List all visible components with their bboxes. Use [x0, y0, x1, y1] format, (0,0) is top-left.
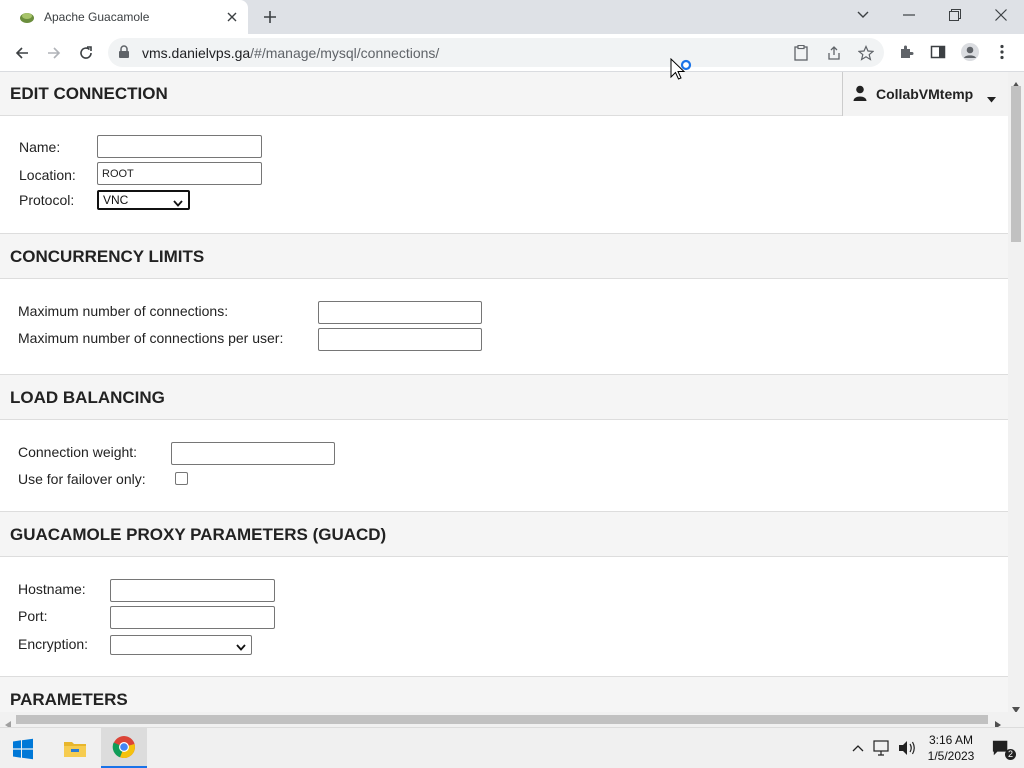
- location-label: Location:: [19, 167, 76, 183]
- encryption-label: Encryption:: [18, 636, 89, 652]
- guacamole-favicon-icon: [19, 9, 35, 25]
- notification-count-badge: 2: [1005, 749, 1017, 760]
- profile-avatar-icon[interactable]: [960, 42, 980, 62]
- name-label: Name:: [19, 139, 61, 155]
- hostname-label: Hostname:: [18, 581, 86, 597]
- scrollbar-corner: [1008, 712, 1024, 727]
- minimize-icon[interactable]: [886, 0, 932, 30]
- max-connections-label: Maximum number of connections:: [18, 303, 229, 319]
- back-icon[interactable]: [10, 41, 34, 65]
- share-icon[interactable]: [824, 43, 844, 63]
- protocol-selected-value: VNC: [103, 193, 129, 207]
- mouse-cursor-busy-icon: [670, 57, 694, 89]
- network-icon[interactable]: [873, 739, 891, 757]
- tray-chevron-up-icon[interactable]: [849, 739, 867, 757]
- extensions-puzzle-icon[interactable]: [896, 42, 916, 62]
- concurrency-title: CONCURRENCY LIMITS: [10, 247, 205, 266]
- page-content: EDIT CONNECTION CollabVMtemp Name: Locat…: [0, 72, 1008, 712]
- windows-taskbar: 3:16 AM 1/5/2023 2: [0, 727, 1024, 768]
- clipboard-icon[interactable]: [791, 43, 811, 63]
- load-balancing-title: LOAD BALANCING: [10, 388, 165, 407]
- parameters-section-header: PARAMETERS: [0, 676, 1008, 712]
- lock-icon[interactable]: [118, 45, 130, 64]
- close-window-icon[interactable]: [978, 0, 1024, 30]
- location-input[interactable]: [97, 162, 262, 185]
- clock-time: 3:16 AM: [928, 733, 974, 747]
- load-balancing-section-header: LOAD BALANCING: [0, 374, 1008, 420]
- windows-start-icon[interactable]: [0, 728, 46, 768]
- file-explorer-icon[interactable]: [52, 728, 98, 768]
- username: CollabVMtemp: [876, 86, 974, 102]
- max-per-user-label: Maximum number of connections per user:: [18, 330, 284, 346]
- taskbar-clock[interactable]: 3:16 AM 1/5/2023: [920, 732, 982, 764]
- new-tab-icon[interactable]: [260, 7, 280, 27]
- failover-label: Use for failover only:: [18, 471, 146, 487]
- horizontal-scroll-thumb[interactable]: [16, 715, 988, 724]
- url-text[interactable]: vms.danielvps.ga/#/manage/mysql/connecti…: [142, 45, 439, 61]
- chrome-taskbar-icon[interactable]: [101, 728, 147, 768]
- chrome-menu-icon[interactable]: [992, 42, 1012, 62]
- clock-date: 1/5/2023: [927, 749, 975, 763]
- side-panel-icon[interactable]: [928, 42, 948, 62]
- protocol-label: Protocol:: [19, 192, 75, 208]
- horizontal-scrollbar[interactable]: [0, 712, 1008, 729]
- page-header: EDIT CONNECTION CollabVMtemp: [0, 72, 1008, 116]
- user-menu[interactable]: CollabVMtemp: [842, 72, 1008, 116]
- max-connections-input[interactable]: [318, 301, 482, 324]
- tab-search-chevron-icon[interactable]: [840, 0, 886, 30]
- port-label: Port:: [18, 608, 48, 624]
- connection-weight-input[interactable]: [171, 442, 335, 465]
- bookmark-star-icon[interactable]: [856, 43, 876, 63]
- parameters-title: PARAMETERS: [10, 690, 128, 709]
- tab-close-icon[interactable]: [224, 9, 240, 25]
- max-per-user-input[interactable]: [318, 328, 482, 351]
- guacd-section-header: GUACAMOLE PROXY PARAMETERS (GUACD): [0, 511, 1008, 557]
- browser-toolbar: vms.danielvps.ga/#/manage/mysql/connecti…: [0, 34, 1024, 72]
- vertical-scrollbar[interactable]: [1008, 72, 1024, 713]
- browser-tabstrip: Apache Guacamole: [0, 0, 1024, 34]
- concurrency-section-header: CONCURRENCY LIMITS: [0, 233, 1008, 279]
- hostname-input[interactable]: [110, 579, 275, 602]
- volume-icon[interactable]: [898, 739, 916, 757]
- chevron-down-icon: [987, 90, 996, 108]
- encryption-select[interactable]: [110, 635, 252, 655]
- chevron-down-icon: [236, 640, 246, 654]
- restore-icon[interactable]: [932, 0, 978, 30]
- vertical-scroll-thumb[interactable]: [1011, 86, 1021, 242]
- name-input[interactable]: [97, 135, 262, 158]
- forward-icon[interactable]: [42, 41, 66, 65]
- chevron-down-icon: [173, 196, 183, 210]
- failover-checkbox[interactable]: [175, 472, 188, 485]
- connection-weight-label: Connection weight:: [18, 444, 138, 460]
- tab-title: Apache Guacamole: [44, 10, 150, 24]
- user-icon: [853, 85, 867, 106]
- browser-tab[interactable]: Apache Guacamole: [0, 0, 248, 34]
- reload-icon[interactable]: [74, 41, 98, 65]
- port-input[interactable]: [110, 606, 275, 629]
- address-bar[interactable]: vms.danielvps.ga/#/manage/mysql/connecti…: [108, 38, 884, 67]
- protocol-select[interactable]: VNC: [97, 190, 190, 210]
- guacd-title: GUACAMOLE PROXY PARAMETERS (GUACD): [10, 525, 387, 544]
- page-title: EDIT CONNECTION: [10, 84, 168, 103]
